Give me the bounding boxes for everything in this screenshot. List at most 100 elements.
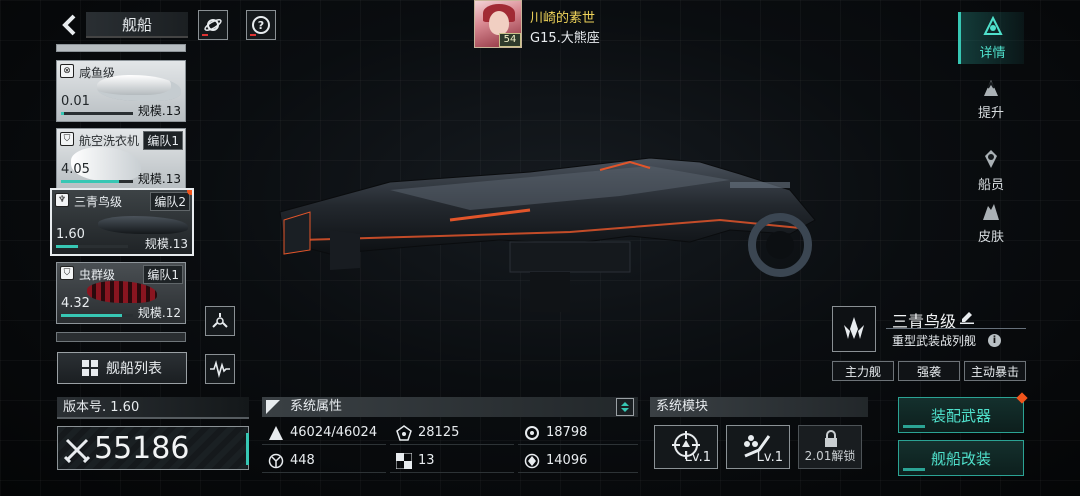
equip-weapons-button[interactable]: 装配武器 <box>898 392 1028 433</box>
ship-card-team: 编队1 <box>143 131 183 150</box>
ship-card-name: 航空洗衣机 <box>79 134 140 148</box>
signal-button[interactable] <box>205 354 235 384</box>
ship-card[interactable]: ⛉ 虫群级 编队1 4.32 规模.12 <box>56 262 186 324</box>
ship-card-power: 1.60 <box>56 227 85 242</box>
lock-icon <box>825 430 837 447</box>
ship-thumbnail <box>97 75 181 101</box>
expand-toggle[interactable] <box>616 398 634 416</box>
ship-card-bar <box>61 314 133 317</box>
ship-class-icon <box>832 306 876 352</box>
speed-icon <box>268 453 284 469</box>
page-title: 舰船 <box>86 12 188 38</box>
ship-tags: 主力舰 强袭 主动暴击 <box>832 361 1026 381</box>
ship-card-name: 三青鸟级 <box>74 195 123 209</box>
attribute-value: 448 <box>290 453 315 468</box>
skin-icon <box>983 203 999 220</box>
ship-card[interactable]: ⊗ 咸鱼级 0.01 规模.13 <box>56 60 186 122</box>
back-button[interactable] <box>58 12 84 38</box>
ship-card-scale: 规模.13 <box>144 237 188 251</box>
ship-card-team: 编队1 <box>143 265 183 284</box>
tab-upgrade[interactable]: 提升 <box>958 72 1024 124</box>
ship-card-bar <box>56 245 128 248</box>
ship-card-scale: 规模.13 <box>137 104 181 118</box>
attribute-value: 46024/46024 <box>290 425 378 440</box>
tag: 主动暴击 <box>964 361 1026 381</box>
module-slot[interactable]: Lv.1 <box>726 425 790 469</box>
header-icon <box>266 400 280 414</box>
planet-button[interactable] <box>198 10 228 40</box>
ship-card-bar <box>61 112 133 115</box>
player-name: 川崎的素世 <box>530 11 596 26</box>
ship-card-bar <box>61 180 133 183</box>
equip-label: 装配武器 <box>930 406 991 425</box>
attributes-title: 系统属性 <box>290 399 343 414</box>
attribute-value: 18798 <box>546 425 588 440</box>
hull-icon <box>268 425 284 441</box>
ship-card[interactable]: ⛉ 航空洗衣机 编队1 4.05 规模.13 <box>56 128 186 190</box>
ship-card-scale: 规模.13 <box>137 172 181 186</box>
module-level: Lv.1 <box>684 450 711 465</box>
svg-text:?: ? <box>258 19 264 32</box>
power-display: 55186 <box>57 426 249 470</box>
notification-dot <box>187 190 192 195</box>
formation-icon <box>212 313 228 328</box>
player-profile[interactable]: 54 川崎的素世 G15.大熊座 <box>474 0 654 48</box>
crew-icon <box>985 149 997 168</box>
ship-list-button[interactable]: 舰船列表 <box>57 352 187 384</box>
avatar[interactable]: 54 <box>474 0 522 48</box>
waveform-icon <box>210 360 230 379</box>
tab-label: 提升 <box>977 105 1004 121</box>
attribute-value: 28125 <box>418 425 460 440</box>
ship-card-partial[interactable] <box>56 332 186 342</box>
ship-card-team: 编队2 <box>150 192 190 211</box>
divider <box>886 328 1026 329</box>
accent-stripe <box>246 433 249 465</box>
ship-modify-button[interactable]: 舰船改装 <box>898 440 1024 476</box>
ship-info: 三青鸟级 重型武装战列舰 i <box>832 306 1026 356</box>
ship-list-label: 舰船列表 <box>106 361 162 377</box>
tab-label: 详情 <box>979 45 1006 61</box>
help-icon: ? <box>252 16 270 34</box>
tag: 主力舰 <box>832 361 894 381</box>
attribute-cell: 28125 <box>390 421 514 445</box>
attribute-cell: 13 <box>390 449 514 473</box>
ship-card-power: 4.05 <box>61 162 90 177</box>
ship-role: 重型武装战列舰 <box>892 334 977 348</box>
ship-model <box>279 157 816 312</box>
help-button[interactable]: ? <box>246 10 276 40</box>
modules-title: 系统模块 <box>650 397 868 417</box>
armor-icon <box>396 424 412 441</box>
ship-type-icon: ⊗ <box>60 64 74 78</box>
tab-details[interactable]: 详情 <box>958 12 1024 64</box>
tag: 强袭 <box>898 361 960 381</box>
attribute-cell: 18798 <box>518 421 638 445</box>
ship-thumbnail <box>87 281 157 303</box>
player-guild: G15.大熊座 <box>530 31 600 46</box>
upgrade-icon <box>984 79 998 96</box>
module-level: Lv.1 <box>756 450 783 465</box>
edit-icon[interactable] <box>960 310 974 324</box>
module-slot-locked[interactable]: 2.01解锁 <box>798 425 862 469</box>
shield-icon <box>524 425 540 441</box>
target-icon <box>524 453 540 469</box>
ship-list[interactable]: ⊗ 咸鱼级 0.01 规模.13 ⛉ 航空洗衣机 编队1 4.05 规模.13 … <box>48 44 196 344</box>
tab-skin[interactable]: 皮肤 <box>958 196 1024 248</box>
corner-accent <box>903 425 925 428</box>
ship-card-selected[interactable]: ♆ 三青鸟级 编队2 1.60 规模.13 <box>50 188 194 256</box>
modify-label: 舰船改装 <box>930 449 991 468</box>
ship-card-partial[interactable] <box>56 44 186 52</box>
attributes-header: 系统属性 <box>262 397 638 417</box>
formation-button[interactable] <box>205 306 235 336</box>
shield-icon: ⛉ <box>60 266 74 280</box>
crossed-swords-icon <box>64 438 90 463</box>
module-slot[interactable]: Lv.1 <box>654 425 718 469</box>
tab-label: 皮肤 <box>977 229 1004 245</box>
power-value: 55186 <box>94 431 190 466</box>
info-icon[interactable]: i <box>988 334 1001 347</box>
attributes-panel: 系统属性 46024/46024 28125 18798 448 13 1409… <box>262 397 638 475</box>
shield-icon: ⛉ <box>60 132 74 146</box>
tab-crew[interactable]: 船员 <box>958 144 1024 196</box>
attribute-cell: 14096 <box>518 449 638 473</box>
grid-icon <box>82 360 98 376</box>
corner-accent <box>903 468 925 471</box>
